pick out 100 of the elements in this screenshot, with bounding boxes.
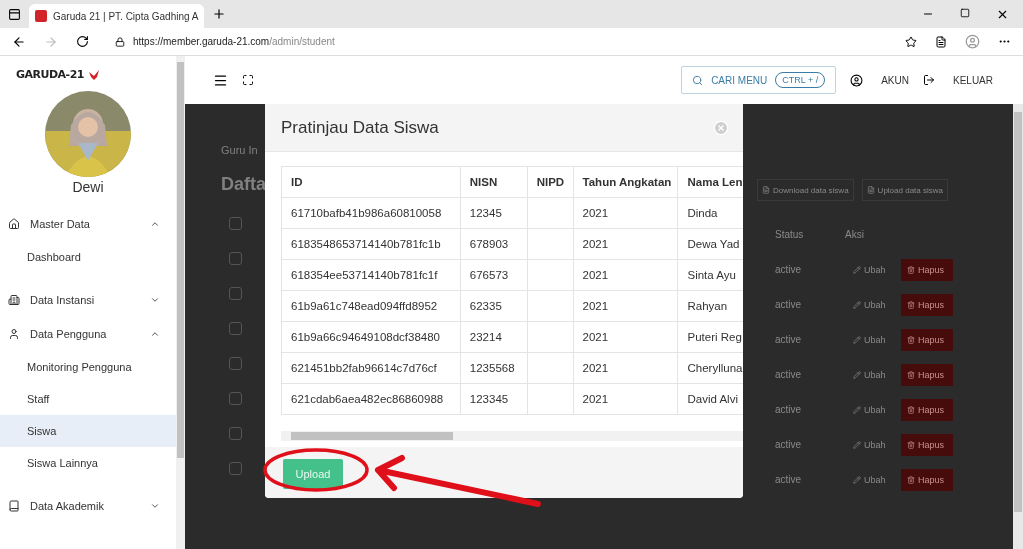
checkbox[interactable]: [229, 392, 242, 405]
pencil-icon: [853, 335, 861, 344]
browser-tab[interactable]: Garuda 21 | PT. Cipta Gadhing A: [29, 4, 204, 28]
table-cell: 62335: [460, 290, 528, 322]
chevron-up-icon: [150, 329, 160, 339]
profile-icon[interactable]: [965, 34, 980, 49]
logout-icon[interactable]: [923, 74, 935, 86]
delete-button[interactable]: Hapus: [901, 293, 953, 316]
restore-icon[interactable]: [960, 7, 970, 18]
logout-link[interactable]: KELUAR: [953, 74, 993, 86]
favorite-icon[interactable]: [905, 35, 917, 48]
tab-actions-icon[interactable]: [8, 7, 21, 21]
status-text: active: [774, 334, 803, 345]
status-text: active: [774, 439, 803, 450]
menu-group[interactable]: Data Pengguna: [0, 317, 176, 351]
breadcrumb: Guru In: [220, 144, 259, 156]
pencil-icon: [853, 475, 861, 484]
menu-icon[interactable]: [213, 72, 228, 88]
page-heading: Dafta: [220, 174, 265, 195]
menu-item[interactable]: Monitoring Pengguna: [0, 351, 176, 383]
menu-group[interactable]: Master Data: [0, 207, 176, 241]
pencil-icon: [853, 300, 861, 309]
site-favicon-icon: [35, 10, 47, 22]
status-text: active: [774, 474, 803, 485]
trash-icon: [907, 265, 915, 274]
pencil-icon: [853, 440, 861, 449]
collections-icon[interactable]: [935, 35, 947, 48]
dialog-title: Pratinjau Data Siswa: [281, 117, 440, 138]
status-text: active: [774, 369, 803, 380]
table-cell: 61b9a61c748ead094ffd8952: [281, 290, 461, 322]
table-cell: 23214: [460, 321, 528, 353]
trash-icon: [907, 335, 915, 344]
delete-button[interactable]: Hapus: [901, 258, 953, 281]
edit-button[interactable]: Ubah: [845, 404, 901, 415]
table-cell: 2021: [573, 259, 678, 291]
menu-item[interactable]: Staff: [0, 383, 176, 415]
table-cell: 2021: [573, 290, 678, 322]
edit-button[interactable]: Ubah: [845, 264, 901, 275]
account-link[interactable]: AKUN: [881, 74, 909, 86]
menu-item[interactable]: Siswa: [0, 415, 176, 447]
delete-button[interactable]: Hapus: [901, 433, 953, 456]
table-cell: 2021: [573, 383, 678, 415]
table-cell: 61b9a66c94649108dcf38480: [281, 321, 461, 353]
trash-icon: [907, 300, 915, 309]
table-cell: 618354ee53714140b781fc1f: [281, 259, 461, 291]
menu-item[interactable]: Siswa Lainnya: [0, 447, 176, 479]
menu-item[interactable]: Dashboard: [0, 241, 176, 273]
checkbox[interactable]: [229, 357, 242, 370]
column-header: Status: [774, 229, 805, 240]
trash-icon: [907, 440, 915, 449]
menu-group[interactable]: Data Instansi: [0, 283, 176, 317]
file-icon: [762, 186, 770, 194]
reload-icon[interactable]: [76, 35, 89, 48]
table-cell: 621451bb2fab96614c7d76cf: [281, 352, 461, 384]
lock-icon: [115, 36, 125, 47]
trash-icon: [907, 405, 915, 414]
checkbox[interactable]: [229, 462, 242, 475]
edit-button[interactable]: Ubah: [845, 474, 901, 485]
checkbox[interactable]: [229, 217, 242, 230]
status-text: active: [774, 264, 803, 275]
edit-button[interactable]: Ubah: [845, 439, 901, 450]
edit-button[interactable]: Ubah: [845, 334, 901, 345]
new-tab-icon[interactable]: [212, 7, 226, 21]
pencil-icon: [853, 405, 861, 414]
page-button[interactable]: Upload data siswa: [861, 179, 948, 201]
menu-group[interactable]: Data Akademik: [0, 489, 176, 523]
delete-button[interactable]: Hapus: [901, 328, 953, 351]
search-button[interactable]: CARI MENU CTRL + /: [681, 66, 837, 94]
table-cell: 2021: [573, 321, 678, 353]
column-header: Nama Len: [677, 166, 743, 198]
chevron-up-icon: [150, 219, 160, 229]
table-cell: 2021: [573, 352, 678, 384]
checkbox[interactable]: [229, 322, 242, 335]
logo-text: GARUDA-21: [16, 68, 84, 81]
table-cell: 123345: [460, 383, 528, 415]
home-icon: [8, 218, 20, 230]
delete-button[interactable]: Hapus: [901, 363, 953, 386]
column-header: ID: [281, 166, 461, 198]
scrollbar[interactable]: [1013, 104, 1023, 549]
delete-button[interactable]: Hapus: [901, 398, 953, 421]
trash-icon: [907, 475, 915, 484]
trash-icon: [907, 370, 915, 379]
edit-button[interactable]: Ubah: [845, 299, 901, 310]
fullscreen-icon[interactable]: [242, 74, 254, 86]
checkbox[interactable]: [229, 252, 242, 265]
address-field[interactable]: https://member.garuda-21.com/admin/student: [107, 31, 887, 52]
table-cell: 12345: [460, 197, 528, 229]
checkbox[interactable]: [229, 287, 242, 300]
scrollbar[interactable]: [176, 56, 185, 549]
status-text: active: [774, 404, 803, 415]
page-button[interactable]: Download data siswa: [757, 179, 854, 201]
account-icon[interactable]: [850, 73, 864, 87]
table-cell: 678903: [460, 228, 528, 260]
column-header: Tahun Angkatan: [573, 166, 678, 198]
table-cell: 6183548653714140b781fc1b: [281, 228, 461, 260]
checkbox[interactable]: [229, 427, 242, 440]
back-icon[interactable]: [12, 34, 26, 49]
edit-button[interactable]: Ubah: [845, 369, 901, 380]
delete-button[interactable]: Hapus: [901, 468, 953, 491]
horizontal-scrollbar[interactable]: [281, 431, 743, 441]
